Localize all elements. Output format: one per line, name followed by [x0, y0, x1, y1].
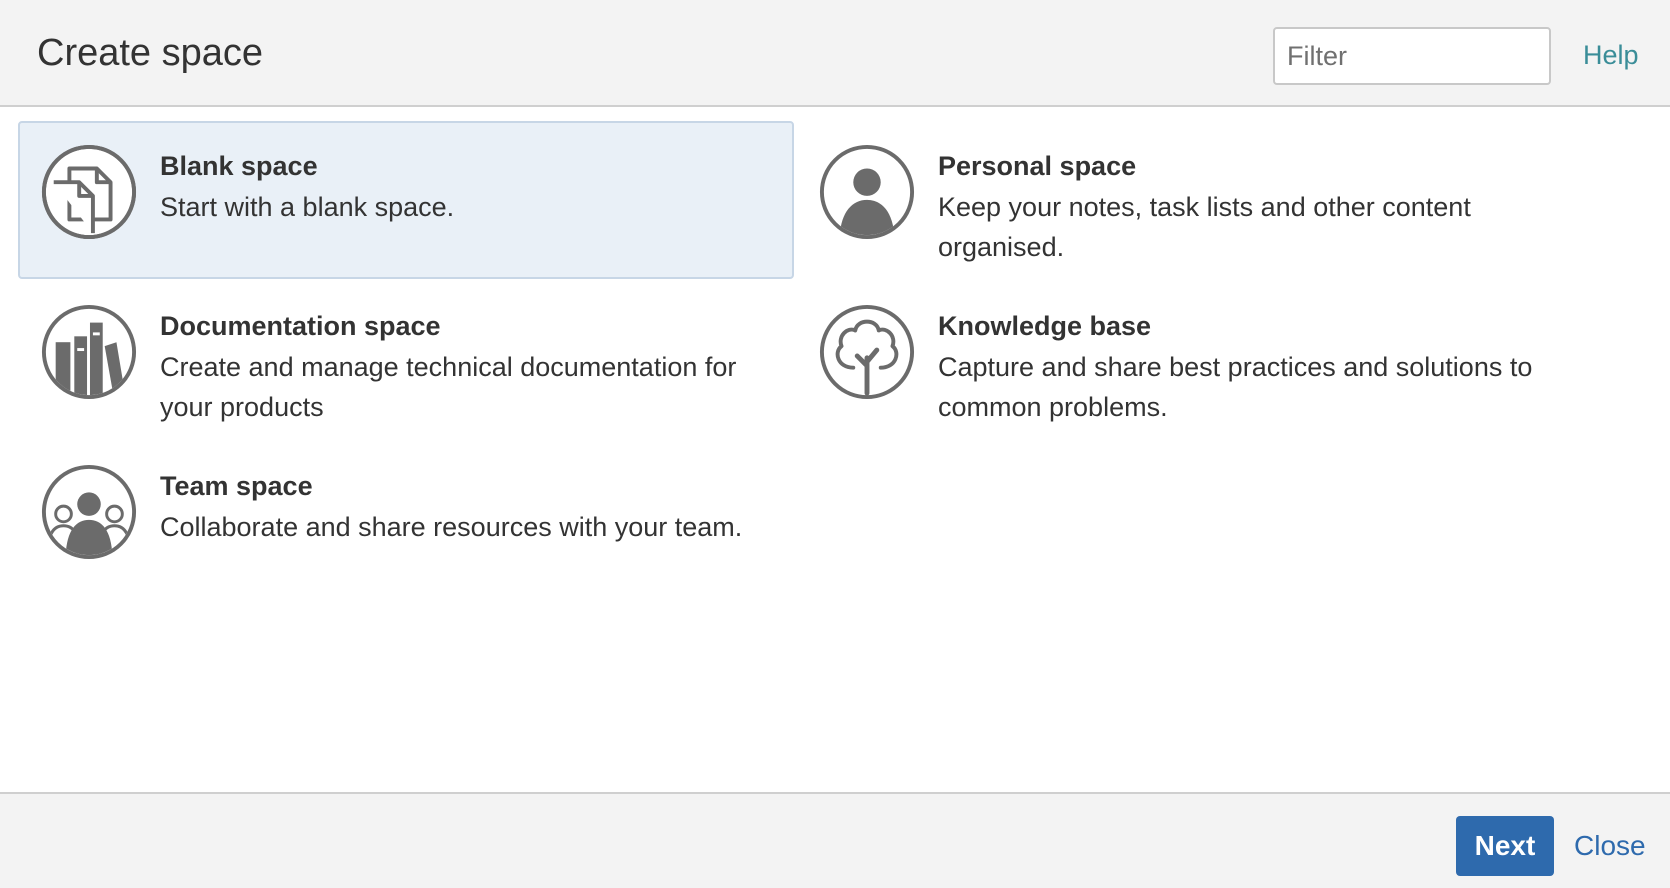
team-icon	[40, 463, 138, 561]
template-description: Start with a blank space.	[160, 192, 455, 222]
template-name: Documentation space	[160, 311, 441, 341]
template-personal-space[interactable]: Personal space Keep your notes, task lis…	[796, 121, 1572, 279]
dialog-footer: Next Close	[0, 792, 1670, 888]
template-documentation-space[interactable]: Documentation space Create and manage te…	[18, 281, 794, 439]
person-icon	[818, 143, 916, 241]
template-description: Create and manage technical documentatio…	[160, 352, 737, 422]
dialog-title: Create space	[37, 32, 264, 74]
template-team-space[interactable]: Team space Collaborate and share resourc…	[18, 441, 794, 599]
next-button[interactable]: Next	[1456, 816, 1554, 876]
books-icon	[40, 303, 138, 401]
template-description: Collaborate and share resources with you…	[160, 512, 743, 542]
template-knowledge-base[interactable]: Knowledge base Capture and share best pr…	[796, 281, 1572, 439]
template-name: Personal space	[938, 151, 1137, 181]
template-description: Capture and share best practices and sol…	[938, 352, 1533, 422]
filter-input[interactable]	[1273, 27, 1551, 85]
tree-icon	[818, 303, 916, 401]
close-link[interactable]: Close	[1574, 828, 1646, 864]
blank-page-icon	[40, 143, 138, 241]
template-description: Keep your notes, task lists and other co…	[938, 192, 1471, 262]
template-blank-space[interactable]: Blank space Start with a blank space.	[18, 121, 794, 279]
create-space-dialog: Create space Help Blank space Start wi	[0, 0, 1670, 888]
dialog-header: Create space Help	[0, 0, 1670, 107]
help-link[interactable]: Help	[1583, 38, 1639, 72]
template-list: Blank space Start with a blank space. Pe…	[0, 107, 1670, 792]
template-name: Blank space	[160, 151, 318, 181]
template-name: Knowledge base	[938, 311, 1152, 341]
template-name: Team space	[160, 471, 313, 501]
